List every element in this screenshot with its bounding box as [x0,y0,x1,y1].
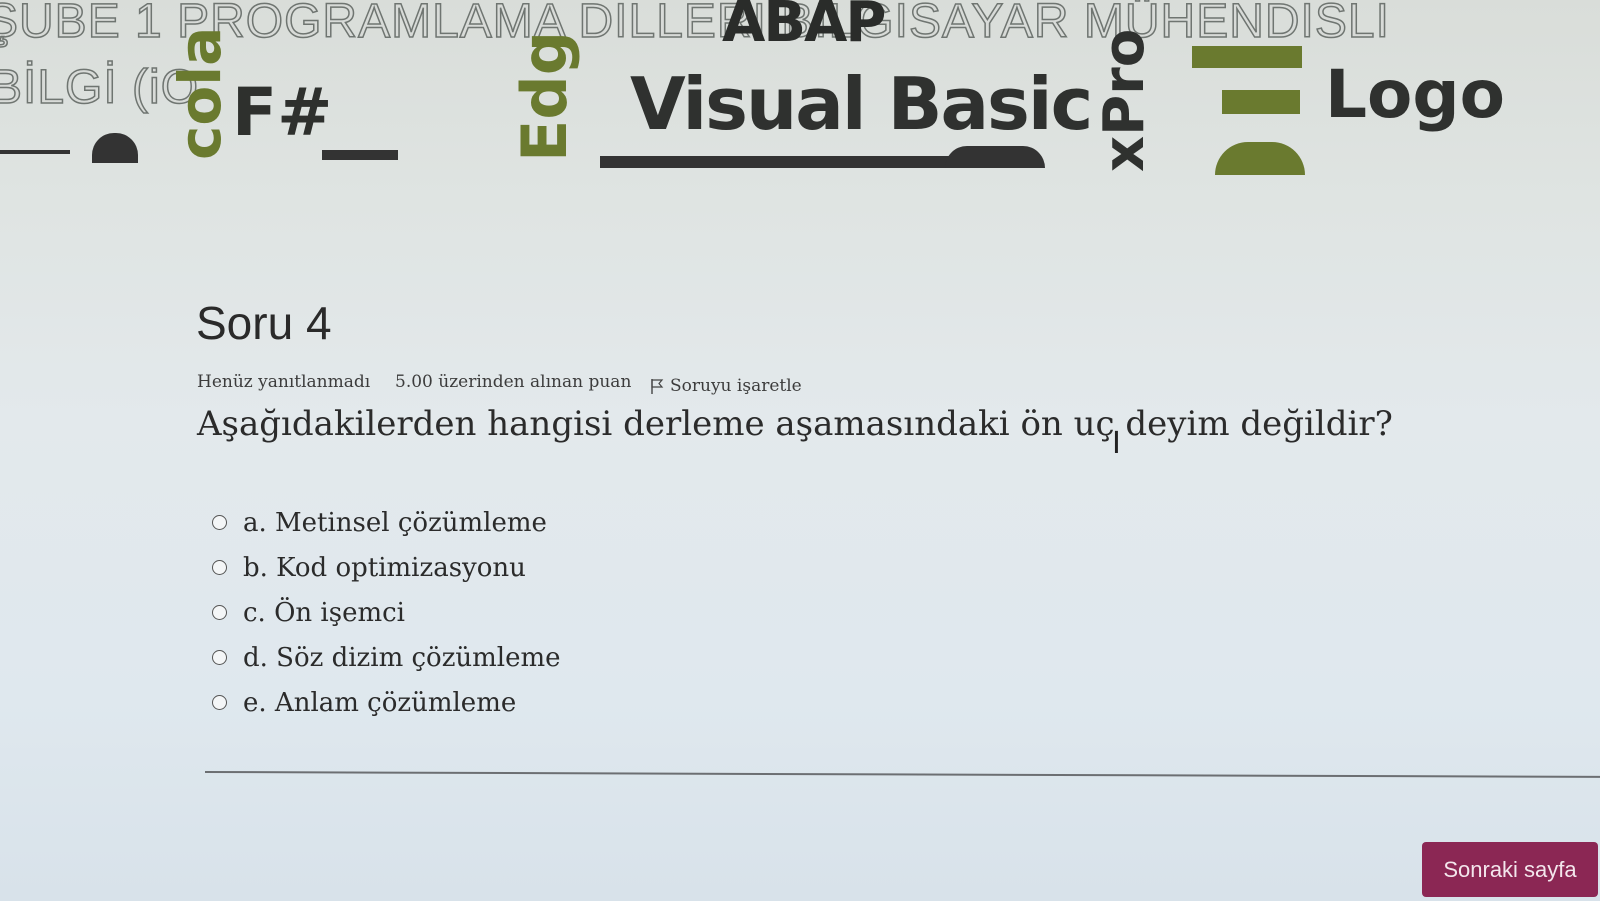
banner-decoration [945,146,1045,168]
radio-button[interactable] [212,695,227,710]
banner-word-abap: ABAP [722,0,886,55]
answer-option-d[interactable]: d. Söz dizim çözümleme [212,635,561,680]
answer-option-e[interactable]: e. Anlam çözümleme [212,680,561,725]
header-banner: ŞUBE 1 PROGRAMLAMA DİLLERİ BİLGİSAYAR MÜ… [0,0,1600,175]
banner-word-fsharp: F# [232,74,333,151]
question-text: Aşağıdakilerden hangisi derleme aşamasın… [197,404,1393,444]
answer-label: d. Söz dizim çözümleme [243,642,561,673]
banner-decoration [1222,90,1300,114]
question-title: Soru 4 [196,297,332,349]
answer-option-a[interactable]: a. Metinsel çözümleme [212,500,561,545]
next-page-button[interactable]: Sonraki sayfa [1422,842,1598,897]
answer-label: a. Metinsel çözümleme [243,507,547,538]
flag-icon [650,378,664,394]
radio-button[interactable] [212,605,227,620]
answer-label: c. Ön işemci [243,597,405,628]
radio-button[interactable] [212,515,227,530]
radio-button[interactable] [212,560,227,575]
banner-word-logo: Logo [1325,56,1505,133]
answer-options: a. Metinsel çözümleme b. Kod optimizasyo… [212,500,561,725]
radio-button[interactable] [212,650,227,665]
answer-option-b[interactable]: b. Kod optimizasyonu [212,545,561,590]
answer-option-c[interactable]: c. Ön işemci [212,590,561,635]
question-status: Henüz yanıtlanmadı [197,372,371,392]
banner-word-edge: Edg [508,30,581,162]
question-score: 5.00 üzerinden alınan puan [395,372,632,392]
banner-word-visual-basic: Visual Basic [630,62,1093,146]
text-cursor-icon: I [1112,426,1121,461]
banner-word-xpro: xPro [1092,28,1157,172]
answer-label: e. Anlam çözümleme [243,687,517,718]
banner-decoration [0,150,70,154]
banner-decoration [322,150,398,160]
banner-decoration [1215,142,1305,175]
divider [204,771,1600,778]
flag-question-link[interactable]: Soruyu işaretle [650,376,802,396]
banner-decoration [92,133,138,163]
banner-word-cobol: cola [166,26,234,160]
banner-decoration [1192,46,1302,68]
flag-question-label: Soruyu işaretle [670,376,802,396]
answer-label: b. Kod optimizasyonu [243,552,526,583]
